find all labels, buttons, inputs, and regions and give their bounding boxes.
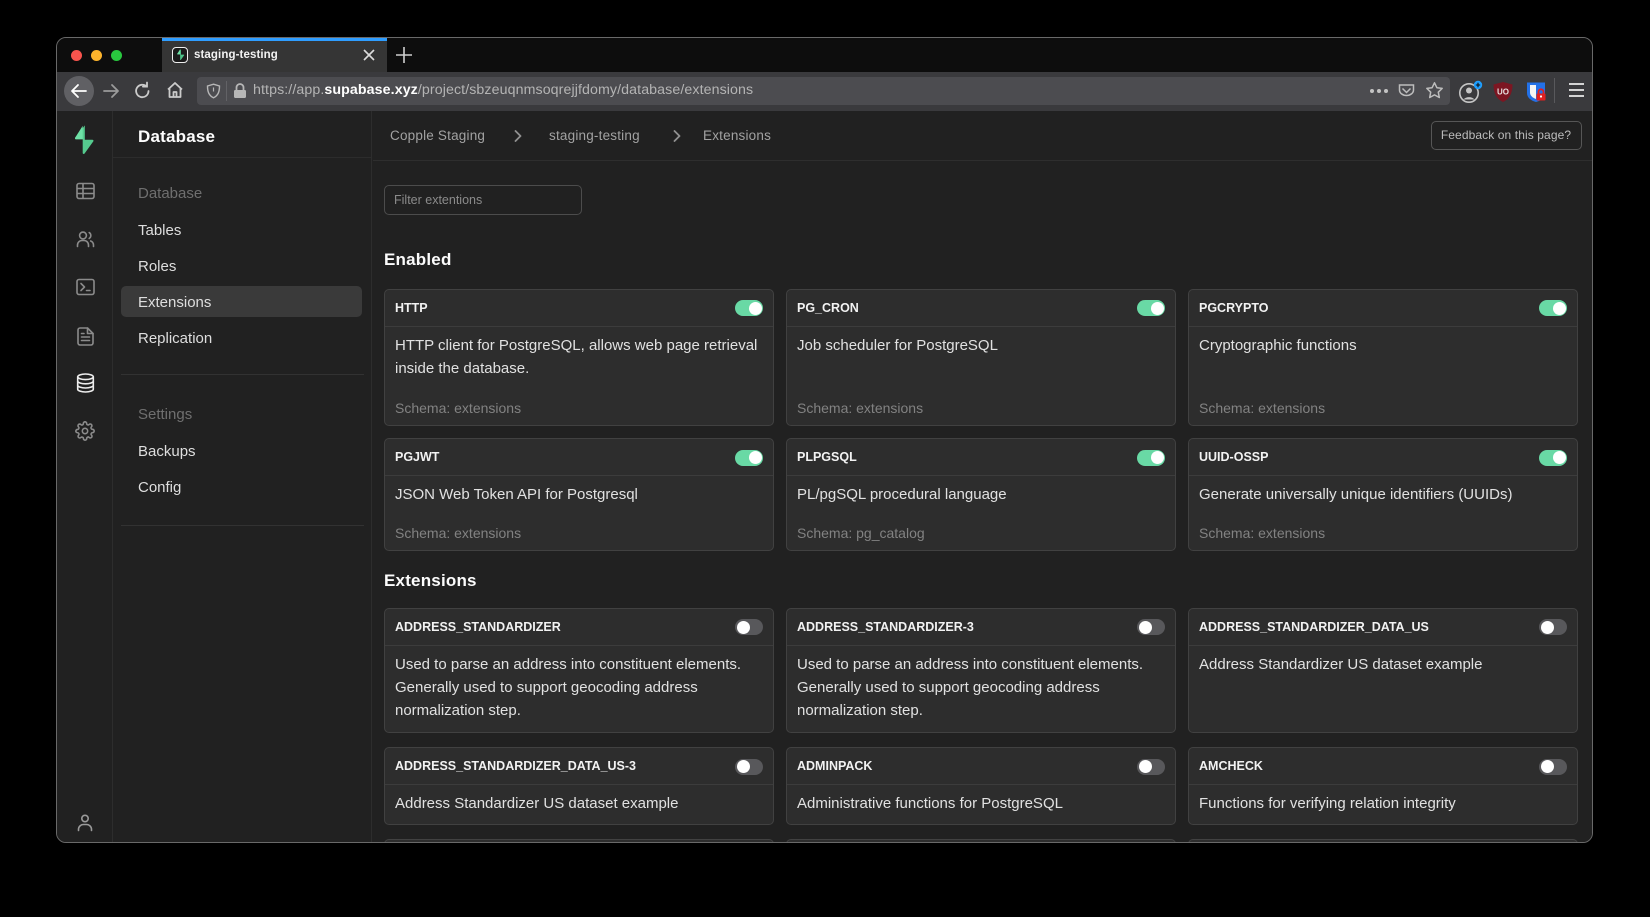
svg-text:UO: UO (1497, 88, 1509, 97)
